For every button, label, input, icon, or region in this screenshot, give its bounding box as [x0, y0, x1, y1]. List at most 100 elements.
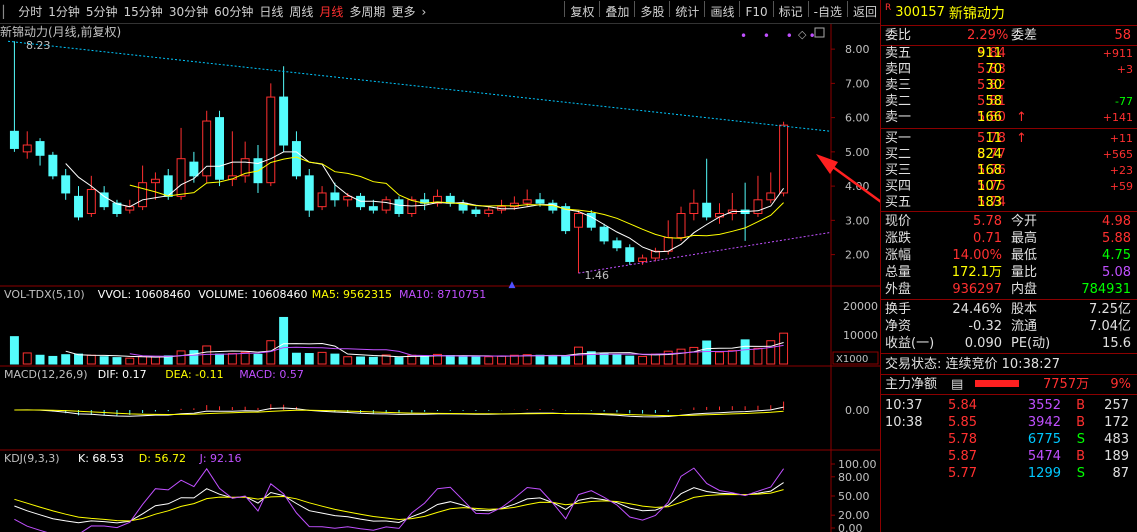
- candle-body: [368, 206, 378, 211]
- candle-body: [138, 182, 148, 208]
- volume-bar: [497, 355, 507, 365]
- period-tab-3[interactable]: 15分钟: [121, 1, 166, 23]
- volume-bar: [74, 353, 83, 365]
- volume-bar: [484, 356, 494, 365]
- period-tab-2[interactable]: 5分钟: [83, 1, 121, 23]
- stat-value: 15.6: [1102, 336, 1131, 351]
- tick-count: 189: [1104, 449, 1129, 464]
- candle-body: [766, 192, 776, 201]
- volume-bar: [304, 353, 314, 365]
- volume-bar: [727, 350, 737, 365]
- candle-body: [35, 141, 45, 156]
- period-tab-8[interactable]: 月线: [316, 1, 346, 23]
- vol-header-item: VOL-TDX(5,10): [4, 288, 85, 301]
- low-price-label: 1.46: [584, 269, 609, 282]
- tick-count: 257: [1104, 398, 1129, 413]
- buy-change: +59: [1109, 180, 1133, 193]
- buy-row-0: 买一 5.78 11 +11 ↑: [881, 131, 1137, 147]
- toolbar-button-0[interactable]: 复权: [567, 1, 597, 23]
- stat2-row-2: 收益(一) 0.090 PE(动) 15.6: [881, 335, 1137, 352]
- period-tab-10[interactable]: 更多: [388, 1, 418, 23]
- r-badge: R: [885, 3, 892, 13]
- stock-name[interactable]: 新锦动力: [949, 3, 1005, 23]
- volume-bar: [458, 355, 468, 365]
- candle-body: [150, 178, 160, 184]
- toolbar-button-1[interactable]: 叠加: [602, 1, 632, 23]
- price-tick-label: 7.00: [845, 77, 870, 90]
- trade-status: 交易状态: 连续竞价 10:38:27: [881, 354, 1137, 375]
- left-scroll-icon[interactable]: ▏: [0, 1, 15, 23]
- buy-row-3: 买四 5.75 107 +59: [881, 179, 1137, 195]
- price-tick-label: 3.00: [845, 214, 870, 227]
- indicator-dots-icon: • • • •: [740, 29, 822, 43]
- candle-body: [317, 192, 327, 208]
- sell-label: 卖三: [885, 78, 912, 93]
- more-arrow-icon[interactable]: ›: [418, 1, 429, 23]
- period-tab-1[interactable]: 1分钟: [45, 1, 83, 23]
- tick-side: B: [1076, 449, 1085, 464]
- toolbar-button-2[interactable]: 多股: [637, 1, 667, 23]
- volume-bar: [112, 357, 122, 365]
- buy-change: +23: [1109, 164, 1133, 177]
- tick-volume: 3552: [1027, 398, 1061, 413]
- stat-label: 内盘: [1011, 282, 1038, 297]
- candle-body: [599, 226, 609, 242]
- volume-bar: [279, 316, 289, 365]
- volume-bar: [766, 340, 776, 365]
- macd-header-item: DIF: 0.17: [98, 368, 147, 381]
- tick-list[interactable]: 10:37 5.84 3552 B 257 10:38 5.85 3942 B 172 5.78 67…: [881, 395, 1137, 482]
- volume-bar: [689, 346, 699, 365]
- tick-row-4: 5.77 1299 S 87: [881, 465, 1137, 482]
- ma10-line: [129, 156, 784, 239]
- volume-bar: [35, 354, 45, 365]
- toolbar-button-3[interactable]: 统计: [672, 1, 702, 23]
- period-tab-7[interactable]: 周线: [286, 1, 316, 23]
- volume-bar: [227, 353, 237, 365]
- candle-body: [99, 192, 109, 208]
- kline-chart[interactable]: 新锦动力(月线,前复权) • • • •◇8.007.006.005.004.00…: [0, 24, 880, 532]
- stat-row-0: 现价 5.78 今开 4.98: [881, 213, 1137, 230]
- vol-tick-label: 20000: [843, 300, 878, 313]
- period-tab-6[interactable]: 日线: [256, 1, 286, 23]
- stock-terminal: ▏ 分时 1分钟 5分钟 15分钟 30分钟 60分钟 日线 周线 月线 多周期 更多 › 复权 叠加…: [0, 0, 1137, 532]
- volume-bar: [215, 353, 224, 365]
- candle-body: [779, 124, 789, 194]
- toolbar-button-5[interactable]: F10: [742, 1, 770, 23]
- volume-bar: [99, 356, 109, 365]
- toolbar-button-4[interactable]: 画线: [707, 1, 737, 23]
- toolbar-button-8[interactable]: 返回: [850, 1, 880, 23]
- candle-body: [304, 175, 314, 211]
- toolbar-button-6[interactable]: 标记: [776, 1, 806, 23]
- price-tick-label: 6.00: [845, 112, 870, 125]
- buy-label: 买五: [885, 195, 912, 210]
- toolbar-button-7[interactable]: -自选: [811, 1, 845, 23]
- sell-label: 卖五: [885, 46, 912, 61]
- volume-bar: [291, 352, 301, 365]
- stat-value: 172.1万: [951, 265, 1002, 280]
- resistance-trendline: [7, 40, 832, 132]
- candle-body: [522, 199, 532, 204]
- stat2-row-1: 净资 -0.32 流通 7.04亿: [881, 318, 1137, 335]
- stat-label: 换手: [885, 302, 912, 317]
- arrow-head-icon: [816, 154, 838, 174]
- stock-code[interactable]: 300157: [895, 5, 945, 20]
- candle-body: [381, 199, 391, 211]
- candle-body: [689, 202, 699, 215]
- stat-row-4: 外盘 936297 内盘 784931: [881, 281, 1137, 298]
- macd-header-item: DEA: -0.11: [165, 368, 223, 381]
- candle-body: [612, 240, 622, 249]
- tick-side: S: [1076, 432, 1085, 447]
- period-tab-9[interactable]: 多周期: [346, 1, 388, 23]
- period-tab-5[interactable]: 60分钟: [211, 1, 256, 23]
- tick-count: 87: [1112, 466, 1129, 481]
- buy-volume: 107: [977, 179, 1002, 194]
- tick-price: 5.85: [948, 415, 977, 430]
- volume-bar: [779, 332, 789, 365]
- vol-header-item: MA10: 8710751: [399, 288, 486, 301]
- period-tab-0[interactable]: 分时: [15, 1, 45, 23]
- list-icon[interactable]: ▤: [951, 375, 963, 395]
- volume-bar: [266, 340, 276, 365]
- volume-bar: [9, 336, 19, 365]
- buy-row-4: 买五 5.74 183: [881, 195, 1137, 211]
- period-tab-4[interactable]: 30分钟: [166, 1, 211, 23]
